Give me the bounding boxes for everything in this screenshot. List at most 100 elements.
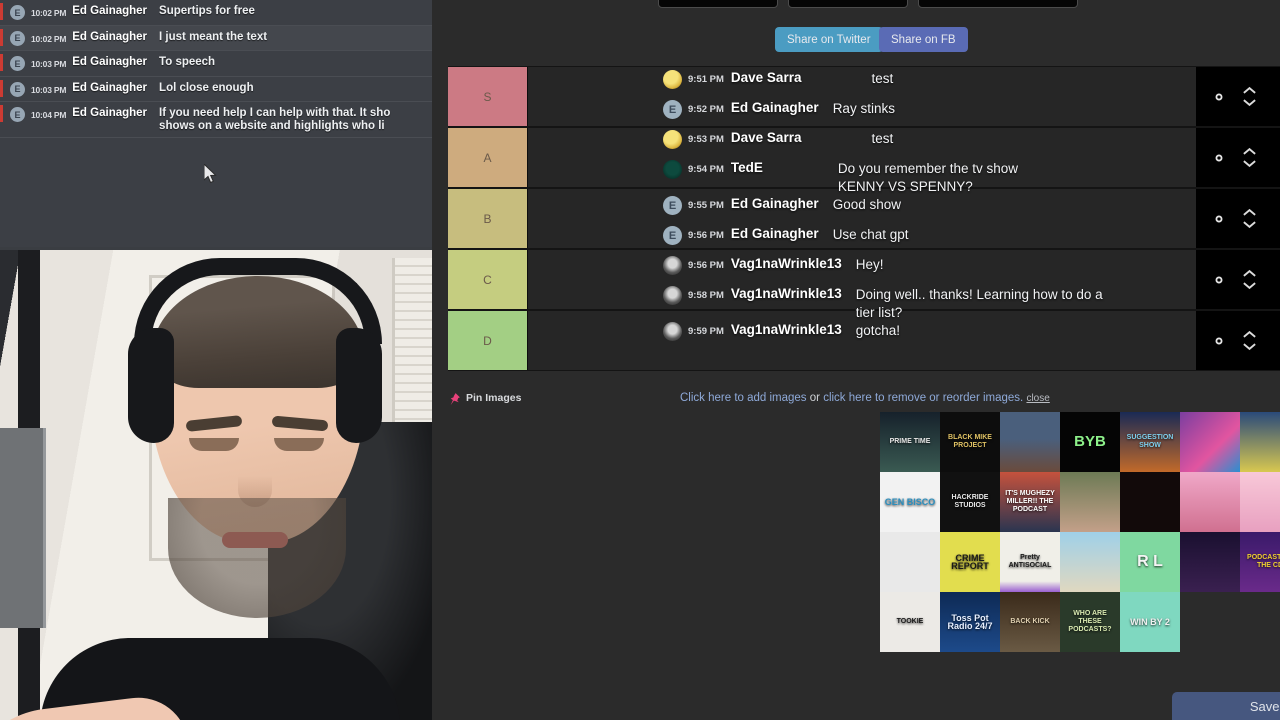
chevron-down-icon[interactable]: [1242, 159, 1257, 168]
webcam-person-mouth: [222, 532, 288, 548]
gear-icon[interactable]: [1208, 208, 1230, 230]
tier-label-d[interactable]: D: [448, 311, 528, 370]
image-tile[interactable]: PRIME TIME: [880, 412, 940, 472]
message-author: Ed Gainagher: [72, 81, 148, 94]
share-on-fb-button[interactable]: Share on FB: [879, 27, 968, 52]
image-tile[interactable]: GEN BISCO: [880, 472, 940, 532]
close-link[interactable]: close: [1026, 393, 1049, 404]
image-tile[interactable]: PODCAST OF THE CD: [1240, 532, 1280, 592]
image-tile-caption: [1029, 441, 1031, 443]
gear-icon[interactable]: [1208, 269, 1230, 291]
top-toolbar: Share on Twitter Share on FB: [432, 0, 1280, 62]
image-tile-caption: R L: [1137, 553, 1163, 570]
image-tile[interactable]: [1000, 412, 1060, 472]
avatar: E: [10, 107, 25, 122]
image-tile[interactable]: [1180, 412, 1240, 472]
gear-icon[interactable]: [1208, 147, 1230, 169]
image-tray-row: CRIME REPORT Pretty ANTISOCIAL R L PODCA…: [880, 532, 1280, 592]
image-tile-caption: BACK KICK: [1010, 618, 1050, 625]
chevron-down-icon[interactable]: [1242, 342, 1257, 351]
gear-icon[interactable]: [1208, 86, 1230, 108]
image-tile[interactable]: WHO ARE THESE PODCASTS?: [1060, 592, 1120, 652]
share-on-twitter-button[interactable]: Share on Twitter: [775, 27, 883, 52]
chevron-down-icon[interactable]: [1242, 281, 1257, 290]
toolbar-box-3[interactable]: [918, 0, 1078, 8]
image-tile[interactable]: WIN BY 2: [1120, 592, 1180, 652]
tier-row-controls-s: [1196, 67, 1280, 126]
image-tile-caption: [1089, 501, 1091, 503]
image-tile-caption: IT'S MUGHEZY MILLER!! THE PODCAST: [1005, 490, 1055, 513]
toolbar-box-2[interactable]: [788, 0, 908, 8]
image-tile[interactable]: SUGGESTION SHOW: [1120, 412, 1180, 472]
left-chat-overlay: E 10:02 PM Ed Gainagher Supertips for fr…: [0, 0, 432, 247]
message-time: 10:03 PM: [31, 84, 67, 95]
image-tile[interactable]: IT'S MUGHEZY MILLER!! THE PODCAST: [1000, 472, 1060, 532]
image-tile[interactable]: Pretty ANTISOCIAL: [1000, 532, 1060, 592]
tier-label-b[interactable]: B: [448, 189, 528, 248]
image-tile-caption: TOOKIE: [896, 618, 924, 625]
chat-message-row: E 10:03 PM Ed Gainagher Lol close enough: [0, 77, 432, 102]
image-tile-caption: [909, 561, 911, 563]
toolbar-box-1[interactable]: [658, 0, 778, 8]
tier-dropzone-d[interactable]: [528, 311, 1196, 370]
tier-label-c[interactable]: C: [448, 250, 528, 309]
message-text: Lol close enough: [159, 81, 254, 94]
tier-dropzone-a[interactable]: [528, 128, 1196, 187]
chevron-down-icon[interactable]: [1242, 98, 1257, 107]
tier-dropzone-b[interactable]: [528, 189, 1196, 248]
message-text: If you need help I can help with that. I…: [159, 107, 391, 132]
image-tile[interactable]: BACK KICK: [1000, 592, 1060, 652]
image-tile[interactable]: [880, 532, 940, 592]
message-accent-bar: [0, 3, 3, 20]
image-tile-caption: WHO ARE THESE PODCASTS?: [1068, 610, 1112, 633]
image-tile-caption: [1209, 441, 1211, 443]
pin-images-group[interactable]: Pin Images: [448, 392, 648, 405]
image-tile[interactable]: [1060, 532, 1120, 592]
image-tile[interactable]: [1240, 472, 1280, 532]
chevron-up-icon[interactable]: [1242, 208, 1257, 217]
image-tile[interactable]: BLACK MIKE PROJECT: [940, 412, 1000, 472]
message-author: Ed Gainagher: [72, 5, 148, 17]
tier-label-a[interactable]: A: [448, 128, 528, 187]
avatar: E: [10, 5, 25, 20]
headphone-earcup-left: [128, 328, 174, 443]
tier-row-b: B: [448, 188, 1280, 249]
chevron-up-icon[interactable]: [1242, 147, 1257, 156]
tier-dropzone-c[interactable]: [528, 250, 1196, 309]
pin-images-label: Pin Images: [466, 392, 522, 404]
image-tile[interactable]: CRIME REPORT: [940, 532, 1000, 592]
image-tile-caption: Pretty ANTISOCIAL: [1008, 554, 1052, 569]
chevron-up-icon[interactable]: [1242, 330, 1257, 339]
image-tile[interactable]: HACKRIDE STUDIOS: [940, 472, 1000, 532]
save-or-download-button[interactable]: Save or Download: [1172, 692, 1280, 720]
pin-images-links: Click here to add images or click here t…: [648, 392, 1280, 404]
image-tile[interactable]: R L: [1120, 532, 1180, 592]
image-tile[interactable]: [1180, 532, 1240, 592]
image-tile[interactable]: [1060, 472, 1120, 532]
tier-label-s[interactable]: S: [448, 67, 528, 126]
image-tile[interactable]: TOOKIE: [880, 592, 940, 652]
chevron-up-icon[interactable]: [1242, 86, 1257, 95]
tier-dropzone-s[interactable]: [528, 67, 1196, 126]
image-tile[interactable]: [1180, 472, 1240, 532]
reorder-images-link[interactable]: click here to remove or reorder images.: [823, 392, 1023, 404]
image-tile[interactable]: BYB: [1060, 412, 1120, 472]
message-time: 10:03 PM: [31, 59, 67, 69]
tier-reorder-controls-a: [1242, 147, 1257, 168]
image-tile[interactable]: [1240, 412, 1280, 472]
tier-reorder-controls-s: [1242, 86, 1257, 107]
image-tile-caption: BLACK MIKE PROJECT: [948, 434, 992, 449]
image-tile-caption: SUGGESTION SHOW: [1126, 434, 1174, 449]
image-tile[interactable]: Toss Pot Radio 24/7: [940, 592, 1000, 652]
image-tray-row: PRIME TIME BLACK MIKE PROJECT BYB SUGGES…: [880, 412, 1280, 472]
chevron-down-icon[interactable]: [1242, 220, 1257, 229]
message-author: Ed Gainagher: [72, 56, 148, 68]
image-tile-caption: [1269, 501, 1271, 503]
image-tray-row: GEN BISCO HACKRIDE STUDIOS IT'S MUGHEZY …: [880, 472, 1280, 532]
image-tile-caption: HACKRIDE STUDIOS: [951, 494, 989, 509]
image-tile[interactable]: [1120, 472, 1180, 532]
chevron-up-icon[interactable]: [1242, 269, 1257, 278]
message-text: I just meant the text: [159, 30, 268, 43]
add-images-link[interactable]: Click here to add images: [680, 392, 807, 404]
gear-icon[interactable]: [1208, 330, 1230, 352]
